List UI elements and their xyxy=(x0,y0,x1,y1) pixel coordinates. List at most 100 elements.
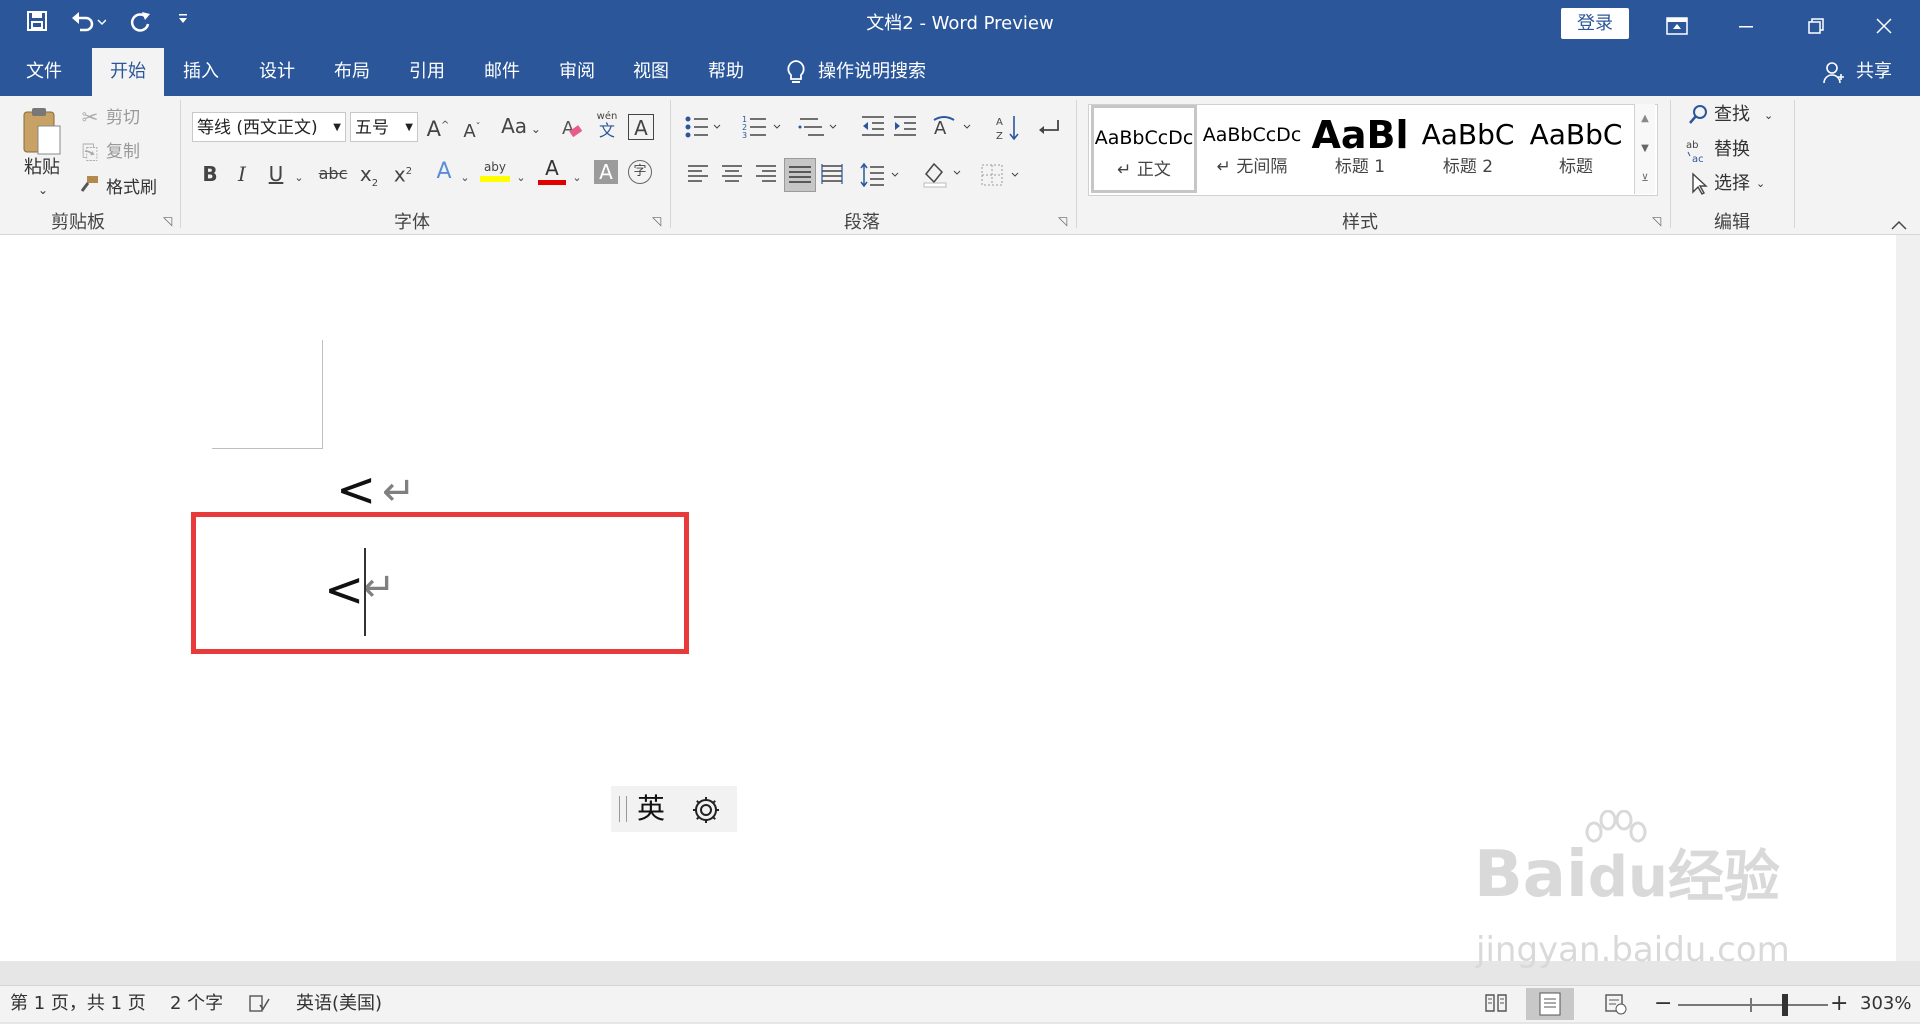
chevron-down-icon[interactable]: ⌄ xyxy=(1764,104,1773,128)
vertical-scrollbar[interactable] xyxy=(1896,235,1920,961)
paste-button[interactable]: 粘贴 xyxy=(24,156,60,180)
customize-icon[interactable] xyxy=(176,12,196,30)
tab-home[interactable]: 开始 xyxy=(92,48,164,96)
justify-icon[interactable] xyxy=(784,158,816,192)
zoom-slider-track[interactable] xyxy=(1678,1004,1828,1006)
line-spacing-icon[interactable] xyxy=(860,162,904,190)
tab-mailings[interactable]: 邮件 xyxy=(467,48,537,96)
char-shading-button[interactable]: A xyxy=(594,160,618,184)
replace-button[interactable]: 替换 xyxy=(1714,138,1750,162)
font-color-button[interactable]: A xyxy=(538,156,566,188)
paste-icon[interactable] xyxy=(20,104,68,160)
sort-icon[interactable]: AZ xyxy=(996,114,1022,142)
page-count[interactable]: 第 1 页，共 1 页 xyxy=(10,990,146,1018)
styles-launcher-icon[interactable]: ◹ xyxy=(1652,214,1661,228)
strikethrough-button[interactable]: abc xyxy=(316,160,350,188)
borders-icon[interactable] xyxy=(980,162,1024,190)
undo-icon[interactable] xyxy=(70,10,110,38)
tell-me-search[interactable]: 操作说明搜索 xyxy=(818,48,948,96)
grow-font-button[interactable]: A^ xyxy=(424,112,452,143)
clipboard-launcher-icon[interactable]: ◹ xyxy=(163,214,172,228)
change-case-button[interactable]: Aa ⌄ xyxy=(498,112,544,143)
superscript-button[interactable]: x2 xyxy=(390,158,416,189)
tab-help[interactable]: 帮助 xyxy=(691,48,761,96)
bold-button[interactable]: B xyxy=(198,160,222,188)
print-layout-icon[interactable] xyxy=(1526,988,1574,1020)
tab-design[interactable]: 设计 xyxy=(242,48,312,96)
find-button[interactable]: 查找 xyxy=(1714,103,1750,127)
tab-references[interactable]: 引用 xyxy=(392,48,462,96)
style-item-title[interactable]: AaBbC 标题 xyxy=(1523,105,1629,193)
style-item-heading-1[interactable]: AaBl 标题 1 xyxy=(1307,105,1413,193)
subscript-button[interactable]: x2 xyxy=(356,160,382,198)
shading-icon[interactable] xyxy=(922,160,966,188)
numbering-icon[interactable]: 123 xyxy=(742,114,786,142)
distributed-icon[interactable] xyxy=(820,162,846,188)
lightbulb-icon[interactable] xyxy=(784,58,810,86)
align-left-icon[interactable] xyxy=(686,162,712,188)
close-icon[interactable] xyxy=(1854,0,1914,48)
share-button[interactable]: 共享 xyxy=(1846,48,1902,96)
italic-button[interactable]: I xyxy=(230,160,254,188)
bullets-icon[interactable] xyxy=(684,114,724,142)
chevron-down-icon[interactable]: ⌄ xyxy=(514,164,528,192)
tab-file[interactable]: 文件 xyxy=(8,48,80,96)
align-right-icon[interactable] xyxy=(754,162,780,188)
document-line-2[interactable]: < xyxy=(324,560,364,620)
char-border-button[interactable]: A xyxy=(628,114,654,140)
format-painter-button[interactable]: 格式刷 xyxy=(106,176,157,200)
collapse-ribbon-icon[interactable] xyxy=(1890,216,1908,230)
document-line-1[interactable]: < xyxy=(336,460,376,520)
multilevel-list-icon[interactable] xyxy=(798,114,842,142)
chevron-down-icon[interactable]: ⌄ xyxy=(570,164,584,192)
select-button[interactable]: 选择 xyxy=(1714,172,1750,196)
copy-button[interactable]: 复制 xyxy=(106,140,140,164)
highlight-button[interactable]: aby xyxy=(480,158,510,188)
restore-icon[interactable] xyxy=(1786,0,1846,48)
font-name-select[interactable]: 等线 (西文正文) ▼ xyxy=(192,112,346,142)
web-layout-icon[interactable] xyxy=(1604,992,1630,1018)
tab-review[interactable]: 审阅 xyxy=(542,48,612,96)
proofing-icon[interactable] xyxy=(248,993,270,1015)
zoom-out-button[interactable]: − xyxy=(1654,990,1672,1018)
minimize-icon[interactable] xyxy=(1716,0,1776,48)
clear-format-icon[interactable]: A xyxy=(560,116,584,140)
cut-button[interactable]: 剪切 xyxy=(106,106,140,130)
zoom-slider-thumb[interactable] xyxy=(1782,994,1788,1016)
paragraph-launcher-icon[interactable]: ◹ xyxy=(1058,214,1067,228)
enclose-char-button[interactable]: 字 xyxy=(628,160,652,184)
share-person-icon[interactable] xyxy=(1822,61,1846,85)
ime-mode-toggle[interactable]: 英 xyxy=(637,790,665,828)
phonetic-guide-button[interactable]: wén 文 xyxy=(594,112,620,142)
style-item-normal[interactable]: AaBbCcDc ↵ 正文 xyxy=(1091,105,1197,193)
language-status[interactable]: 英语(美国) xyxy=(296,990,382,1018)
tab-insert[interactable]: 插入 xyxy=(166,48,236,96)
word-count[interactable]: 2 个字 xyxy=(170,990,223,1018)
style-item-no-spacing[interactable]: AaBbCcDc ↵ 无间隔 xyxy=(1199,105,1305,193)
chevron-down-icon[interactable]: ⌄ xyxy=(458,164,472,192)
read-mode-icon[interactable] xyxy=(1484,992,1510,1018)
ribbon-display-icon[interactable] xyxy=(1647,0,1707,48)
gear-icon[interactable] xyxy=(691,795,721,825)
login-button[interactable]: 登录 xyxy=(1561,8,1629,39)
save-icon[interactable] xyxy=(26,10,56,36)
show-marks-icon[interactable] xyxy=(1036,116,1062,142)
gallery-down-icon[interactable]: ▼ xyxy=(1635,134,1655,164)
paste-dropdown-icon[interactable]: ⌄ xyxy=(38,178,48,202)
zoom-level[interactable]: 303% xyxy=(1860,990,1911,1018)
ime-drag-handle[interactable] xyxy=(619,796,627,822)
zoom-in-button[interactable]: + xyxy=(1830,990,1848,1018)
gallery-more-icon[interactable]: ⊻ xyxy=(1635,164,1655,194)
decrease-indent-icon[interactable] xyxy=(860,114,888,142)
text-direction-icon[interactable]: A xyxy=(932,114,976,142)
redo-icon[interactable] xyxy=(128,10,158,38)
gallery-up-icon[interactable]: ▲ xyxy=(1635,104,1655,134)
shrink-font-button[interactable]: Aˇ xyxy=(458,114,486,146)
increase-indent-icon[interactable] xyxy=(892,114,920,142)
font-launcher-icon[interactable]: ◹ xyxy=(652,214,661,228)
font-size-select[interactable]: 五号 ▼ xyxy=(350,112,418,142)
style-item-heading-2[interactable]: AaBbC 标题 2 xyxy=(1415,105,1521,193)
text-effects-button[interactable]: A xyxy=(430,158,458,186)
tab-view[interactable]: 视图 xyxy=(616,48,686,96)
align-center-icon[interactable] xyxy=(720,162,746,188)
